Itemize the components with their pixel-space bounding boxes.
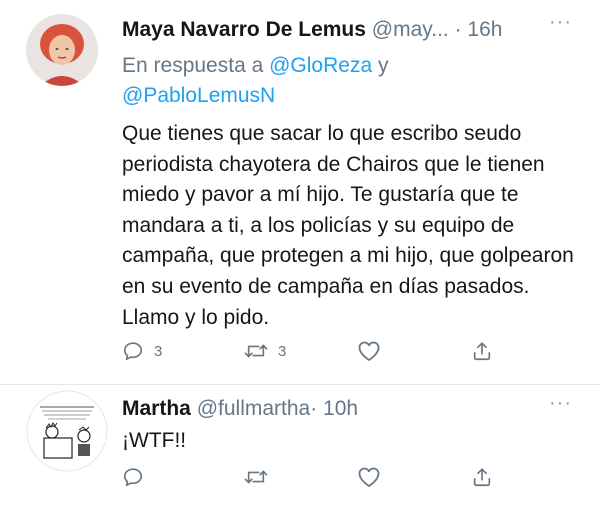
tweet-header: Martha @fullmartha· 10h [122,396,358,422]
avatar[interactable] [26,14,98,86]
reply-conjunction: y [377,54,389,77]
tweet-time[interactable]: · 16h [455,18,503,41]
retweet-icon [244,344,268,358]
more-icon[interactable]: ··· [549,393,572,413]
tweet-text: Que tienes que sacar lo que escribo seud… [122,122,574,329]
like-icon [358,467,380,487]
author-name[interactable]: Maya Navarro De Lemus [122,18,366,41]
retweet-icon [244,470,268,484]
avatar-image [26,390,108,472]
retweet-button[interactable]: 3 [244,336,286,366]
retweet-button[interactable] [244,462,268,492]
tweet-text: ¡WTF!! [122,429,187,452]
tweet-header: Maya Navarro De Lemus @may... · 16h [122,17,502,43]
reply-icon [123,468,143,487]
like-button[interactable] [357,462,381,492]
tweet-time[interactable]: · 10h [310,397,358,420]
like-button[interactable] [357,336,381,366]
reply-context: En respuesta a @GloReza y @PabloLemusN [122,51,452,111]
mention-link[interactable]: @PabloLemusN [122,84,275,107]
tweet[interactable]: Maya Navarro De Lemus @may... · 16h ··· … [0,0,600,384]
tweet-actions: 3 3 [0,336,600,366]
reply-prefix: En respuesta a [122,54,264,77]
share-button[interactable] [471,336,493,366]
share-icon [473,468,491,487]
more-icon[interactable]: ··· [549,12,572,32]
reply-button[interactable] [122,462,144,492]
mention-link[interactable]: @GloReza [269,54,372,77]
author-handle[interactable]: @may... [372,18,449,41]
avatar[interactable] [26,390,108,472]
like-icon [358,341,380,361]
reply-button[interactable]: 3 [122,336,162,366]
tweet[interactable]: Martha @fullmartha· 10h ··· ¡WTF!! [0,384,600,515]
share-icon [473,342,491,361]
tweet-actions [0,462,600,492]
share-button[interactable] [471,462,493,492]
retweet-count: 3 [278,342,287,360]
reply-icon [123,342,143,361]
author-name[interactable]: Martha [122,397,191,420]
reply-count: 3 [154,342,163,360]
author-handle[interactable]: @fullmartha [197,397,311,420]
avatar-image [26,14,98,86]
